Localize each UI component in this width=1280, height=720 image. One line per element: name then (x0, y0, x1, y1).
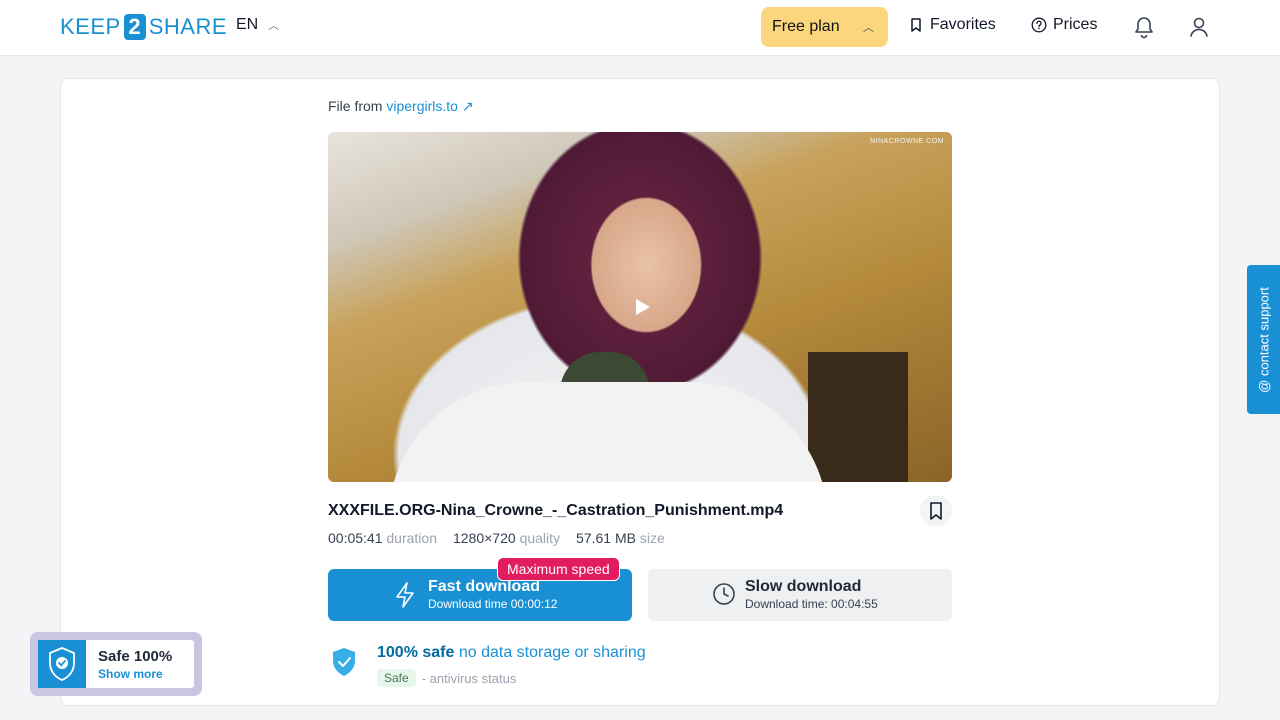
add-to-favorites-button[interactable] (920, 495, 952, 527)
video-preview[interactable]: NINACROWNE.COM (328, 132, 952, 482)
play-icon[interactable] (632, 297, 652, 317)
file-source: File from vipergirls.to ↗ (328, 98, 474, 115)
antivirus-status: Safe - antivirus status (377, 669, 516, 687)
safe-widget[interactable]: Safe 100% Show more (30, 632, 202, 696)
file-name: XXXFILE.ORG-Nina_Crowne_-_Castration_Pun… (328, 502, 784, 519)
shield-check-icon (38, 640, 86, 688)
clock-icon (713, 583, 735, 605)
safety-strong: 100% safe (377, 644, 455, 661)
meta-size: 57.61 MB size (576, 530, 665, 546)
chevron-up-icon: ︿ (863, 22, 874, 34)
free-plan-button[interactable]: Free plan ︿ (761, 7, 888, 47)
quality-label: quality (519, 530, 561, 546)
logo-part-share: SHARE (148, 14, 227, 39)
size-value: 57.61 MB (576, 530, 636, 546)
slow-download-text: Slow download Download time: 00:04:55 (745, 577, 878, 612)
show-more-link[interactable]: Show more (98, 667, 163, 681)
shield-check-icon (333, 648, 355, 676)
lightning-icon (396, 582, 414, 608)
account-button[interactable] (1186, 14, 1212, 40)
user-icon (1190, 17, 1208, 37)
video-bg-coat (388, 382, 828, 482)
video-bg-door (808, 352, 908, 482)
size-label: size (639, 530, 665, 546)
meta-duration: 00:05:41 duration (328, 530, 437, 546)
slow-download-title: Slow download (745, 578, 862, 595)
bookmark-icon (930, 502, 942, 520)
notifications-button[interactable] (1131, 14, 1157, 40)
language-selector[interactable]: EN ︿ (236, 16, 279, 34)
free-plan-label: Free plan (772, 18, 840, 35)
duration-label: duration (386, 530, 437, 546)
duration-value: 00:05:41 (328, 530, 383, 546)
slow-download-time: Download time: 00:04:55 (745, 597, 878, 611)
meta-quality: 1280×720 quality (453, 530, 560, 546)
contact-support-label: @ contact support (1256, 286, 1271, 393)
top-header: KEEP 2 SHARE EN ︿ Free plan ︿ Favorites … (0, 0, 1280, 56)
logo-part-2: 2 (123, 14, 146, 40)
safety-statement: 100% safe no data storage or sharing (377, 644, 646, 662)
video-watermark: NINACROWNE.COM (870, 138, 944, 145)
help-circle-icon (1031, 17, 1047, 33)
bookmark-icon (911, 18, 921, 32)
prices-label: Prices (1053, 16, 1098, 33)
logo-part-keep: KEEP (60, 14, 121, 39)
antivirus-label: - antivirus status (421, 670, 517, 686)
file-meta: 00:05:41 duration 1280×720 quality 57.61… (328, 530, 665, 546)
contact-support-tab[interactable]: @ contact support (1247, 265, 1280, 414)
file-source-link[interactable]: vipergirls.to ↗ (386, 98, 473, 114)
favorites-link[interactable]: Favorites (908, 16, 996, 34)
fast-download-time: Download time 00:00:12 (428, 597, 558, 611)
maximum-speed-badge: Maximum speed (497, 557, 620, 581)
logo[interactable]: KEEP 2 SHARE (60, 14, 227, 40)
quality-value: 1280×720 (452, 530, 516, 546)
safe-widget-title: Safe 100% (98, 648, 173, 665)
safe-widget-inner: Safe 100% Show more (38, 640, 194, 688)
favorites-label: Favorites (930, 16, 996, 33)
prices-link[interactable]: Prices (1031, 16, 1097, 34)
source-link-text: vipergirls.to (386, 98, 458, 114)
safety-light: no data storage or sharing (454, 644, 646, 661)
chevron-up-icon: ︿ (268, 20, 280, 32)
fast-download-text: Fast download Download time 00:00:12 (428, 577, 557, 612)
language-label: EN (236, 16, 259, 33)
file-source-prefix: File from (328, 98, 383, 114)
external-link-icon: ↗ (461, 98, 474, 114)
safe-badge: Safe (377, 669, 416, 687)
bell-icon (1135, 17, 1153, 39)
slow-download-button[interactable]: Slow download Download time: 00:04:55 (648, 569, 952, 621)
